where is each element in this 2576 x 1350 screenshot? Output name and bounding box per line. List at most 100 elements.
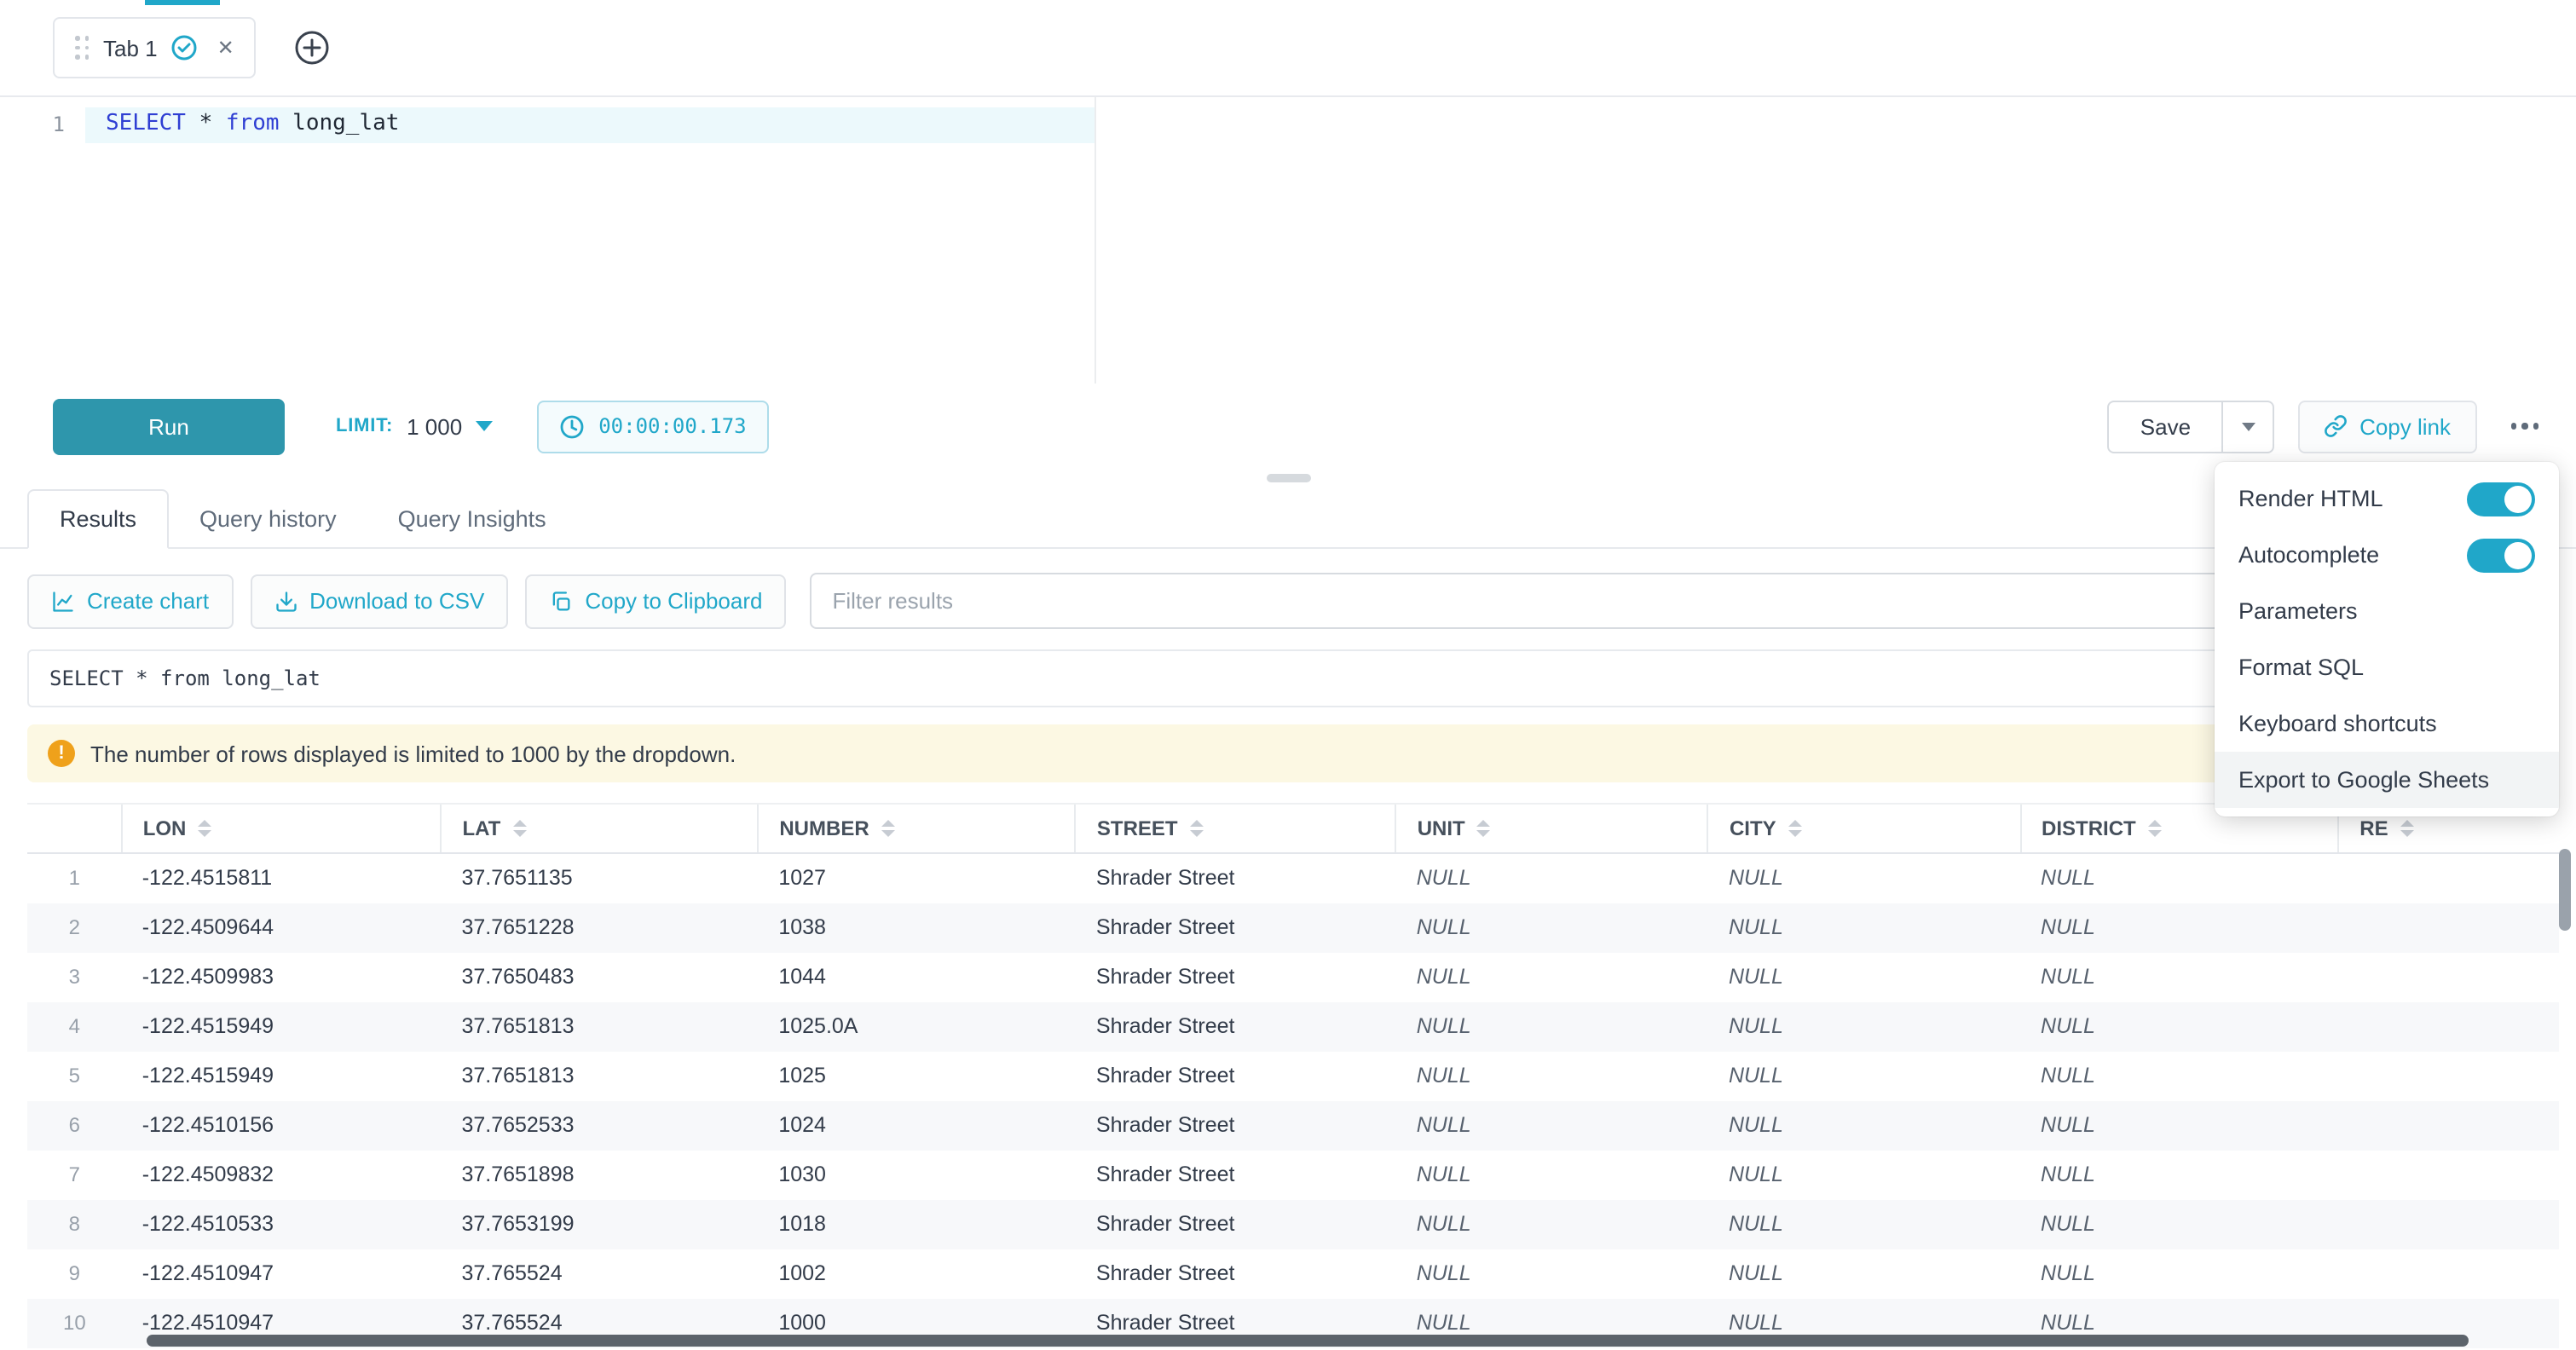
- column-header-lat[interactable]: LAT: [441, 804, 758, 853]
- horizontal-scrollbar-thumb[interactable]: [147, 1335, 2469, 1347]
- create-chart-button[interactable]: Create chart: [27, 574, 233, 628]
- chart-icon: [51, 589, 75, 613]
- table-cell: 37.7650483: [441, 952, 758, 1001]
- drag-handle-icon[interactable]: [75, 36, 90, 60]
- vertical-scrollbar-thumb[interactable]: [2559, 849, 2571, 931]
- table-cell: NULL: [2020, 1199, 2338, 1249]
- table-cell: 1025.0A: [758, 1001, 1076, 1051]
- table-row: 2-122.450964437.76512281038Shrader Stree…: [27, 903, 2559, 952]
- menu-item-render-html[interactable]: Render HTML: [2215, 470, 2559, 527]
- table-cell: NULL: [1396, 903, 1708, 952]
- table-cell: 1018: [758, 1199, 1076, 1249]
- download-csv-label: Download to CSV: [309, 588, 484, 614]
- column-label: CITY: [1730, 816, 1776, 840]
- sql-code-line[interactable]: SELECT * from long_lat: [106, 111, 399, 136]
- sort-icon[interactable]: [2148, 820, 2162, 837]
- query-tab[interactable]: Tab 1 ✕: [53, 17, 257, 78]
- warning-text: The number of rows displayed is limited …: [90, 741, 736, 766]
- table-cell: -122.4509832: [122, 1150, 442, 1199]
- table-cell: -122.4515949: [122, 1051, 442, 1100]
- menu-item-format-sql[interactable]: Format SQL: [2215, 639, 2559, 695]
- table-cell: 1002: [758, 1249, 1076, 1298]
- table-cell: NULL: [1708, 1100, 2020, 1150]
- limit-dropdown[interactable]: LIMIT: 1 000: [336, 413, 493, 439]
- table-cell: NULL: [1708, 1001, 2020, 1051]
- table-cell: Shrader Street: [1076, 1051, 1396, 1100]
- query-success-icon: [171, 34, 199, 61]
- sort-icon[interactable]: [198, 820, 211, 837]
- table-cell: [2338, 1150, 2559, 1199]
- sort-icon[interactable]: [1788, 820, 1802, 837]
- menu-item-label: Autocomplete: [2238, 542, 2379, 568]
- menu-item-keyboard-shortcuts[interactable]: Keyboard shortcuts: [2215, 695, 2559, 752]
- pane-resize-handle[interactable]: [1266, 474, 1310, 482]
- table-row: 8-122.451053337.76531991018Shrader Stree…: [27, 1199, 2559, 1249]
- row-number: 7: [27, 1150, 122, 1199]
- column-label: UNIT: [1418, 816, 1465, 840]
- column-header-unit[interactable]: UNIT: [1396, 804, 1708, 853]
- column-header-lon[interactable]: LON: [122, 804, 442, 853]
- table-cell: -122.4515811: [122, 853, 442, 903]
- row-number: 10: [27, 1298, 122, 1347]
- more-options-button[interactable]: [2500, 410, 2549, 443]
- table-row: 1-122.451581137.76511351027Shrader Stree…: [27, 853, 2559, 903]
- table-cell: 1024: [758, 1100, 1076, 1150]
- download-csv-button[interactable]: Download to CSV: [250, 574, 508, 628]
- table-cell: 37.7651228: [441, 903, 758, 952]
- row-number: 1: [27, 853, 122, 903]
- menu-item-label: Render HTML: [2238, 486, 2383, 511]
- editor-print-margin: [1095, 97, 1096, 384]
- close-tab-icon[interactable]: ✕: [217, 36, 234, 60]
- run-button[interactable]: Run: [53, 398, 285, 454]
- sql-keyword: from: [226, 111, 280, 136]
- copy-link-button[interactable]: Copy link: [2298, 400, 2476, 453]
- limit-value: 1 000: [407, 413, 462, 439]
- results-tab-bar: Results Query history Query Insights: [0, 486, 2576, 549]
- editor-toolbar: Run LIMIT: 1 000 00:00:00.173 Save Copy …: [0, 384, 2576, 469]
- column-header-street[interactable]: STREET: [1076, 804, 1396, 853]
- column-header-city[interactable]: CITY: [1708, 804, 2020, 853]
- query-timer: 00:00:00.173: [537, 400, 768, 453]
- sort-icon[interactable]: [1477, 820, 1491, 837]
- menu-item-autocomplete[interactable]: Autocomplete: [2215, 527, 2559, 583]
- table-cell: [2338, 903, 2559, 952]
- line-number: 1: [53, 112, 65, 136]
- menu-item-export-google-sheets[interactable]: Export to Google Sheets: [2215, 752, 2559, 808]
- table-cell: NULL: [2020, 1051, 2338, 1100]
- autocomplete-toggle[interactable]: [2467, 538, 2535, 572]
- table-cell: Shrader Street: [1076, 1150, 1396, 1199]
- table-cell: 37.7651898: [441, 1150, 758, 1199]
- table-cell: [2338, 1051, 2559, 1100]
- table-cell: [2338, 1249, 2559, 1298]
- table-cell: 37.7653199: [441, 1199, 758, 1249]
- save-options-button[interactable]: [2223, 400, 2274, 453]
- table-cell: 37.7652533: [441, 1100, 758, 1150]
- tab-results[interactable]: Results: [27, 489, 169, 549]
- table-cell: -122.4510947: [122, 1249, 442, 1298]
- tab-query-insights[interactable]: Query Insights: [367, 491, 577, 547]
- sort-icon[interactable]: [1190, 820, 1204, 837]
- table-cell: Shrader Street: [1076, 1001, 1396, 1051]
- save-button[interactable]: Save: [2108, 400, 2223, 453]
- table-cell: -122.4509983: [122, 952, 442, 1001]
- copy-clipboard-button[interactable]: Copy to Clipboard: [525, 574, 786, 628]
- row-number: 8: [27, 1199, 122, 1249]
- sort-icon[interactable]: [2400, 820, 2414, 837]
- column-label: LON: [143, 816, 187, 840]
- menu-item-parameters[interactable]: Parameters: [2215, 583, 2559, 639]
- table-header-row: LON LAT NUMBER STREET UNIT CITY DISTRICT…: [27, 804, 2559, 853]
- table-cell: Shrader Street: [1076, 903, 1396, 952]
- table-cell: NULL: [1708, 1150, 2020, 1199]
- tab-query-history[interactable]: Query history: [169, 491, 367, 547]
- row-number: 6: [27, 1100, 122, 1150]
- table-row: 3-122.450998337.76504831044Shrader Stree…: [27, 952, 2559, 1001]
- column-header-number[interactable]: NUMBER: [758, 804, 1076, 853]
- table-cell: Shrader Street: [1076, 1249, 1396, 1298]
- sort-icon[interactable]: [512, 820, 526, 837]
- timer-value: 00:00:00.173: [598, 414, 746, 438]
- sql-editor[interactable]: 1 SELECT * from long_lat: [0, 97, 2576, 384]
- add-tab-button[interactable]: [294, 29, 332, 66]
- limit-label: LIMIT:: [336, 416, 393, 436]
- sort-icon[interactable]: [881, 820, 895, 837]
- render-html-toggle[interactable]: [2467, 482, 2535, 516]
